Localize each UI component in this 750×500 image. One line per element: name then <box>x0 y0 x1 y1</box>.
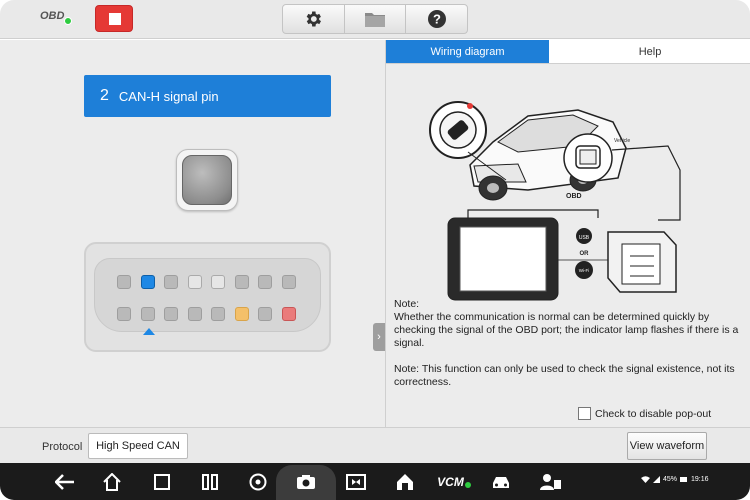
help-note: Note: Whether the communication is norma… <box>394 298 744 402</box>
vcm-icon[interactable]: VCM <box>437 471 471 493</box>
signal-panel: 2 CAN-H signal pin <box>0 40 385 427</box>
obd-connector-diagram <box>84 242 331 352</box>
obd-pin-8 <box>281 275 296 289</box>
disable-popout-label: Check to disable pop-out <box>595 407 712 420</box>
vehicle-label: Vehicle <box>614 138 630 144</box>
battery-icon <box>680 477 688 482</box>
obd-pin-7 <box>258 275 272 289</box>
browser-icon[interactable] <box>247 471 269 493</box>
selected-pin-marker <box>143 328 155 335</box>
pin-title: CAN-H signal pin <box>118 88 219 104</box>
system-nav-bar: VCM 45% 19:16 <box>0 463 750 500</box>
camera-icon[interactable] <box>295 471 317 493</box>
obd-pin-3 <box>164 275 178 289</box>
obd-connection-indicator <box>64 17 72 25</box>
obd-pin-11 <box>164 307 178 321</box>
obd-port-label: OBD <box>566 193 582 200</box>
settings-button[interactable] <box>283 5 345 33</box>
obd-pin-16 <box>281 307 296 321</box>
usb-icon: USB <box>576 228 592 244</box>
gear-icon <box>306 11 322 27</box>
screen-icon[interactable] <box>345 471 367 493</box>
wiring-diagram: OBD Vehicle USB OR Wi-Fi <box>429 101 681 301</box>
recents-icon[interactable] <box>151 471 173 493</box>
signal-indicator-lamp <box>176 149 238 211</box>
toolbar-group: ? <box>282 4 468 34</box>
note-secondary: Note: This function can only be used to … <box>394 363 735 388</box>
pin-title-banner: 2 CAN-H signal pin <box>84 75 331 117</box>
info-panel: Wiring diagram Help OBD Vehicle USB OR W… <box>385 40 750 427</box>
obd-status-label: OBD <box>40 10 65 22</box>
protocol-label: Protocol <box>42 441 83 453</box>
back-icon[interactable] <box>54 471 76 493</box>
vci-box-icon <box>607 231 677 293</box>
profile-icon[interactable] <box>540 471 562 493</box>
or-label: OR <box>580 251 590 257</box>
obd-pin-9 <box>117 307 131 321</box>
ignition-dial-icon <box>429 101 487 159</box>
disable-popout-checkbox[interactable] <box>578 407 591 420</box>
view-waveform-button[interactable]: View waveform <box>627 432 707 460</box>
obd-pin-5 <box>211 275 225 289</box>
info-tabs: Wiring diagram Help <box>386 40 750 64</box>
connector-body <box>94 258 321 332</box>
obd-pin-10 <box>140 307 155 321</box>
wifi-label: Wi-Fi <box>579 268 590 273</box>
note-body: Whether the communication is normal can … <box>394 311 739 349</box>
files-button[interactable] <box>345 5 407 33</box>
tablet-device-icon <box>447 217 559 301</box>
usb-label: USB <box>579 235 590 241</box>
svg-text:?: ? <box>433 12 441 27</box>
top-toolbar: OBD ? <box>0 0 750 39</box>
obd-pin-14 <box>234 307 249 321</box>
vcm-label: VCM <box>437 475 464 489</box>
bottom-toolbar: Protocol High Speed CAN View waveform <box>0 427 750 463</box>
clock: 19:16 <box>691 476 709 483</box>
app-window: OBD ? 2 CAN-H signal pin › Wiring diagra… <box>0 0 750 500</box>
panel-collapse-handle[interactable]: › <box>373 323 385 351</box>
wifi-status-icon <box>641 476 650 483</box>
tab-help[interactable]: Help <box>549 40 750 63</box>
obd-pin-12 <box>187 307 202 321</box>
tab-wiring-diagram[interactable]: Wiring diagram <box>386 40 549 63</box>
home-icon[interactable] <box>101 471 123 493</box>
disable-popout-option[interactable]: Check to disable pop-out <box>578 407 711 420</box>
status-bar: 45% 19:16 <box>641 476 709 483</box>
split-icon[interactable] <box>199 471 221 493</box>
folder-icon <box>365 13 385 27</box>
obd-pin-1 <box>117 275 131 289</box>
car-icon[interactable] <box>490 471 512 493</box>
house-icon[interactable] <box>394 471 416 493</box>
signal-lamp-face <box>182 155 232 205</box>
obd-pin-15 <box>258 307 272 321</box>
pin-number: 2 <box>100 87 109 104</box>
obd-pin-4 <box>187 275 202 289</box>
help-button[interactable]: ? <box>406 5 467 33</box>
protocol-value: High Speed CAN <box>88 433 188 459</box>
help-icon: ? <box>427 10 446 28</box>
obd-pin-6 <box>234 275 249 289</box>
stop-button[interactable] <box>95 5 133 32</box>
signal-status-icon <box>653 476 660 483</box>
obd-pin-2 <box>140 275 155 289</box>
note-title: Note: <box>394 298 420 310</box>
obd-pin-13 <box>211 307 225 321</box>
wifi-icon: Wi-Fi <box>575 261 593 279</box>
vcm-status-dot <box>464 482 471 488</box>
stop-icon <box>109 13 121 25</box>
battery-level: 45% <box>663 476 678 483</box>
